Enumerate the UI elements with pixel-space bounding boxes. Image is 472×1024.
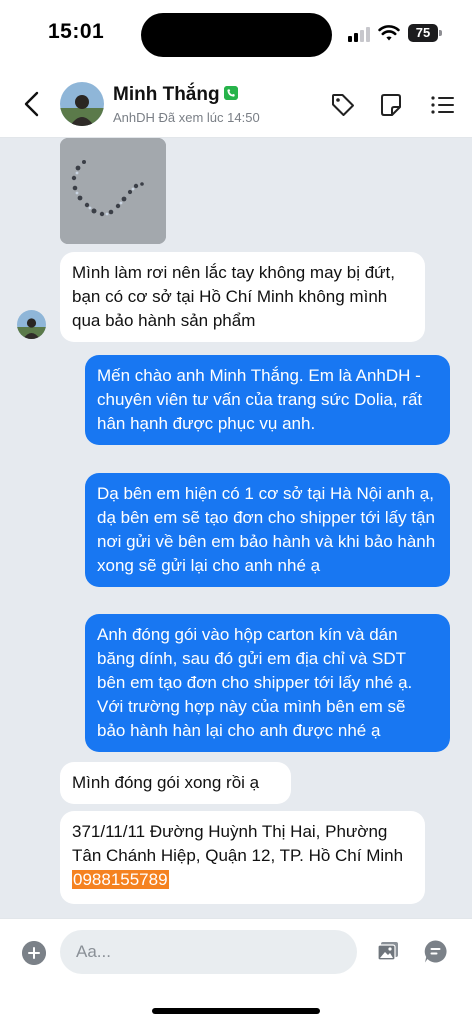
message-text: Mình làm rơi nên lắc tay không may bị đứ… xyxy=(72,263,395,330)
message-bubble[interactable]: Dạ bên em hiện có 1 cơ sở tại Hà Nội anh… xyxy=(85,473,450,587)
note-icon[interactable] xyxy=(378,92,404,118)
chat-screen: 15:01 75 Minh Thắng AnhDH Đã xem lúc 14:… xyxy=(0,0,472,1024)
wifi-icon xyxy=(378,25,400,41)
message-text: Mình đóng gói xong rồi ạ xyxy=(72,773,260,792)
menu-icon[interactable] xyxy=(430,92,456,118)
message-bubble[interactable]: 371/11/11 Đường Huỳnh Thị Hai, Phường Tâ… xyxy=(60,811,425,904)
sender-avatar[interactable] xyxy=(17,310,46,339)
message-bubble[interactable]: Mến chào anh Minh Thắng. Em là AnhDH - c… xyxy=(85,355,450,445)
message-text: Anh đóng gói vào hộp carton kín và dán b… xyxy=(97,625,413,740)
message-bubble[interactable]: Anh đóng gói vào hộp carton kín và dán b… xyxy=(85,614,450,752)
signal-icon xyxy=(348,26,372,42)
tag-icon[interactable] xyxy=(330,92,356,118)
sticker-icon[interactable] xyxy=(423,939,448,964)
message-list[interactable]: Mình làm rơi nên lắc tay không may bị đứ… xyxy=(0,138,472,918)
chevron-left-icon[interactable] xyxy=(20,90,44,118)
bracelet-image-message[interactable] xyxy=(60,138,166,244)
battery-indicator: 75 xyxy=(408,24,438,42)
composer-bar xyxy=(0,918,472,1024)
verified-phone-icon xyxy=(224,86,238,100)
message-text: 371/11/11 Đường Huỳnh Thị Hai, Phường Tâ… xyxy=(72,822,404,865)
message-text: Dạ bên em hiện có 1 cơ sở tại Hà Nội anh… xyxy=(97,484,436,575)
home-indicator xyxy=(152,1008,320,1014)
seen-status: AnhDH Đã xem lúc 14:50 xyxy=(113,110,260,125)
message-text: Mến chào anh Minh Thắng. Em là AnhDH - c… xyxy=(97,366,423,433)
avatar[interactable] xyxy=(60,82,104,126)
status-bar: 15:01 75 xyxy=(0,0,472,70)
contact-name[interactable]: Minh Thắng xyxy=(113,84,220,106)
plus-icon[interactable] xyxy=(22,941,46,965)
message-bubble[interactable]: Mình đóng gói xong rồi ạ xyxy=(60,762,291,804)
chat-header: Minh Thắng AnhDH Đã xem lúc 14:50 xyxy=(0,70,472,138)
message-input[interactable] xyxy=(60,930,357,974)
battery-tip xyxy=(439,30,442,36)
gallery-icon[interactable] xyxy=(376,939,400,963)
status-time: 15:01 xyxy=(48,20,105,43)
dynamic-island xyxy=(141,13,332,57)
phone-number-link[interactable]: 0988155789 xyxy=(72,870,169,889)
message-bubble[interactable]: Mình làm rơi nên lắc tay không may bị đứ… xyxy=(60,252,425,342)
